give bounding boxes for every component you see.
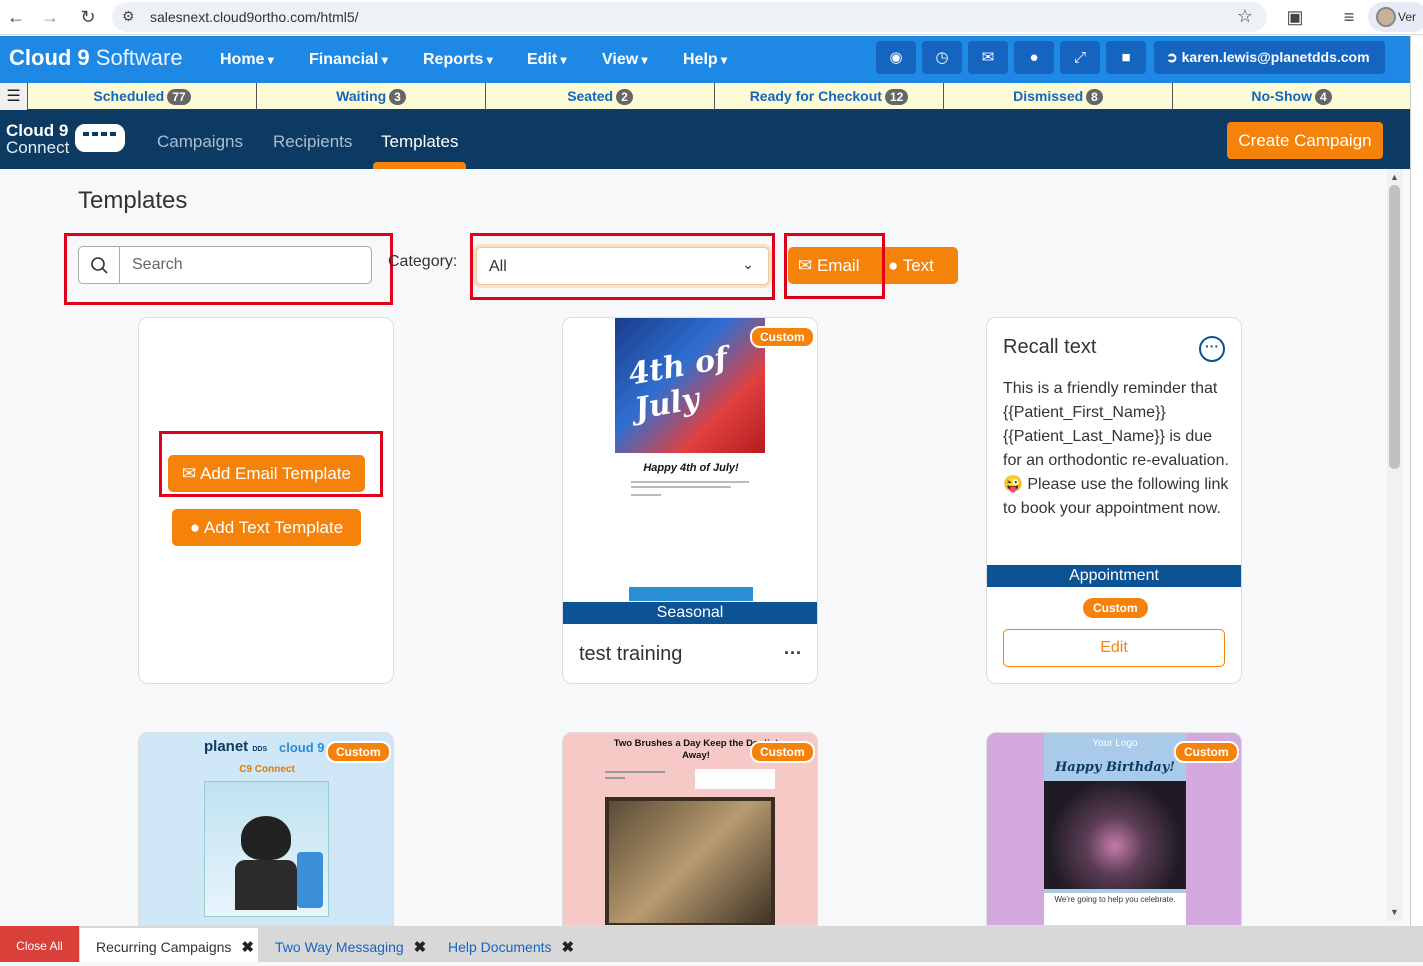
category-strip: Appointment xyxy=(987,565,1241,587)
tab-templates[interactable]: Templates xyxy=(381,132,458,152)
page-scrollbar[interactable]: ▲ ▼ xyxy=(1387,169,1403,921)
your-logo-placeholder: Your Logo xyxy=(1092,738,1138,749)
menu-financial[interactable]: Financial xyxy=(309,51,388,69)
page-title: Templates xyxy=(78,187,188,214)
side-panel-edge xyxy=(1410,36,1423,926)
patient-status-bar: ☰ Scheduled 77 Waiting 3 Seated 2 Ready for… xyxy=(0,83,1410,110)
status-ready-for-checkout[interactable]: Ready for Checkout 12 xyxy=(715,83,944,110)
site-settings-icon[interactable]: ⚙ xyxy=(122,8,135,25)
bottom-tab-recurring-campaigns[interactable]: Recurring Campaigns ✖ xyxy=(96,938,254,956)
status-waiting[interactable]: Waiting 3 xyxy=(257,83,486,110)
cupcake-photo xyxy=(1044,781,1186,889)
custom-badge: Custom xyxy=(750,741,815,763)
app-logo: Cloud 9 Software xyxy=(9,45,183,70)
status-scheduled[interactable]: Scheduled 77 xyxy=(28,83,257,110)
clock-icon[interactable]: ◷ xyxy=(922,41,962,74)
profile-button[interactable]: Ver xyxy=(1368,2,1423,32)
highlight-box-category xyxy=(470,233,775,300)
chat-bubble-icon: ● xyxy=(888,256,903,275)
tab-campaigns[interactable]: Campaigns xyxy=(157,132,243,152)
connect-nav: Cloud 9 Connect Campaigns Recipients Tem… xyxy=(0,110,1410,169)
mail-icon[interactable]: ✉ xyxy=(968,41,1008,74)
add-text-template-button[interactable]: ● Add Text Template xyxy=(172,509,361,546)
category-label: Category: xyxy=(388,253,458,270)
image-placeholder xyxy=(695,769,775,789)
monkeys-illustration xyxy=(605,797,775,925)
category-strip: Seasonal xyxy=(563,602,817,624)
eye-icon[interactable]: ◉ xyxy=(876,41,916,74)
menu-view[interactable]: View xyxy=(602,51,648,69)
edit-button[interactable]: Edit xyxy=(1003,629,1225,667)
chat-bubble-icon xyxy=(75,124,125,152)
close-icon[interactable]: ✖ xyxy=(562,939,575,956)
app-header: Cloud 9 Software Home Financial Reports … xyxy=(0,36,1410,83)
template-body: This is a friendly reminder that {{Patie… xyxy=(1003,380,1229,517)
close-icon[interactable]: ✖ xyxy=(414,939,427,956)
batman-illustration xyxy=(204,781,329,917)
more-options-icon[interactable]: ··· xyxy=(784,643,802,664)
scroll-up-icon[interactable]: ▲ xyxy=(1390,172,1399,182)
user-menu-button[interactable]: ➲ karen.lewis@planetdds.com xyxy=(1154,41,1385,74)
tab-recipients[interactable]: Recipients xyxy=(273,132,352,152)
highlight-box-email xyxy=(784,233,885,299)
hamburger-icon[interactable]: ☰ xyxy=(0,83,28,110)
bottom-tab-help-documents[interactable]: Help Documents ✖ xyxy=(448,938,574,956)
menu-reports[interactable]: Reports xyxy=(423,51,493,69)
scroll-down-icon[interactable]: ▼ xyxy=(1390,907,1399,917)
chat-icon[interactable]: ● xyxy=(1014,41,1054,74)
logout-icon: ➲ xyxy=(1166,49,1182,65)
text-filter-button[interactable]: ● Text xyxy=(878,247,958,284)
template-name: test training xyxy=(579,643,683,665)
extensions-icon[interactable]: ▣ xyxy=(1283,5,1307,29)
template-card-recall[interactable]: Recall text ··· This is a friendly remin… xyxy=(986,317,1242,684)
template-card-july[interactable]: 4th of July Happy 4th of July! Seasonal … xyxy=(562,317,818,684)
close-icon[interactable]: ✖ xyxy=(241,939,254,956)
scroll-thumb[interactable] xyxy=(1389,185,1400,469)
forward-icon[interactable]: → xyxy=(38,5,62,29)
custom-badge: Custom xyxy=(1083,598,1148,618)
url-text: salesnext.cloud9ortho.com/html5/ xyxy=(150,9,359,25)
july-artwork: 4th of July xyxy=(615,318,765,453)
custom-badge: Custom xyxy=(750,326,815,348)
template-title: Recall text xyxy=(1003,336,1097,358)
reading-list-icon[interactable]: ≡ xyxy=(1337,5,1361,29)
custom-badge: Custom xyxy=(326,741,391,763)
lock-icon[interactable]: ■ xyxy=(1106,41,1146,74)
status-seated[interactable]: Seated 2 xyxy=(486,83,715,110)
create-campaign-button[interactable]: Create Campaign xyxy=(1227,122,1383,159)
highlight-box-add-email xyxy=(159,431,383,497)
menu-home[interactable]: Home xyxy=(220,51,274,69)
planet-logo: planet DDS xyxy=(204,738,268,755)
add-template-card: ✉ Add Email Template ● Add Text Template xyxy=(138,317,394,684)
menu-help[interactable]: Help xyxy=(683,51,727,69)
browser-toolbar: ← → ↻ ⚙ salesnext.cloud9ortho.com/html5/… xyxy=(0,0,1423,35)
avatar xyxy=(1376,7,1396,27)
bottom-tab-two-way-messaging[interactable]: Two Way Messaging ✖ xyxy=(275,938,426,956)
active-tab-indicator xyxy=(373,162,466,169)
custom-badge: Custom xyxy=(1174,741,1239,763)
close-all-button[interactable]: Close All xyxy=(0,926,79,962)
address-bar[interactable]: ⚙ salesnext.cloud9ortho.com/html5/ ☆ xyxy=(112,2,1267,32)
fullscreen-icon[interactable]: ⤢ xyxy=(1060,41,1100,74)
highlight-box-search xyxy=(64,233,393,305)
template-card-planet[interactable]: planet DDS cloud 9 C9 Connect Custom xyxy=(138,732,394,926)
menu-edit[interactable]: Edit xyxy=(527,51,567,69)
bookmark-star-icon[interactable]: ☆ xyxy=(1237,6,1253,27)
chat-bubble-icon: ● xyxy=(189,518,204,537)
back-icon[interactable]: ← xyxy=(4,5,28,29)
reload-icon[interactable]: ↻ xyxy=(76,5,100,29)
template-card-birthday[interactable]: Your Logo Happy Birthday! We're going to… xyxy=(986,732,1242,926)
template-card-brushes[interactable]: Two Brushes a Day Keep the Dentist Away!… xyxy=(562,732,818,926)
cloud9-connect-logo: Cloud 9 Connect xyxy=(6,121,70,157)
status-no-show[interactable]: No-Show 4 xyxy=(1173,83,1410,110)
status-dismissed[interactable]: Dismissed 8 xyxy=(944,83,1173,110)
more-options-icon[interactable]: ··· xyxy=(1199,336,1225,362)
